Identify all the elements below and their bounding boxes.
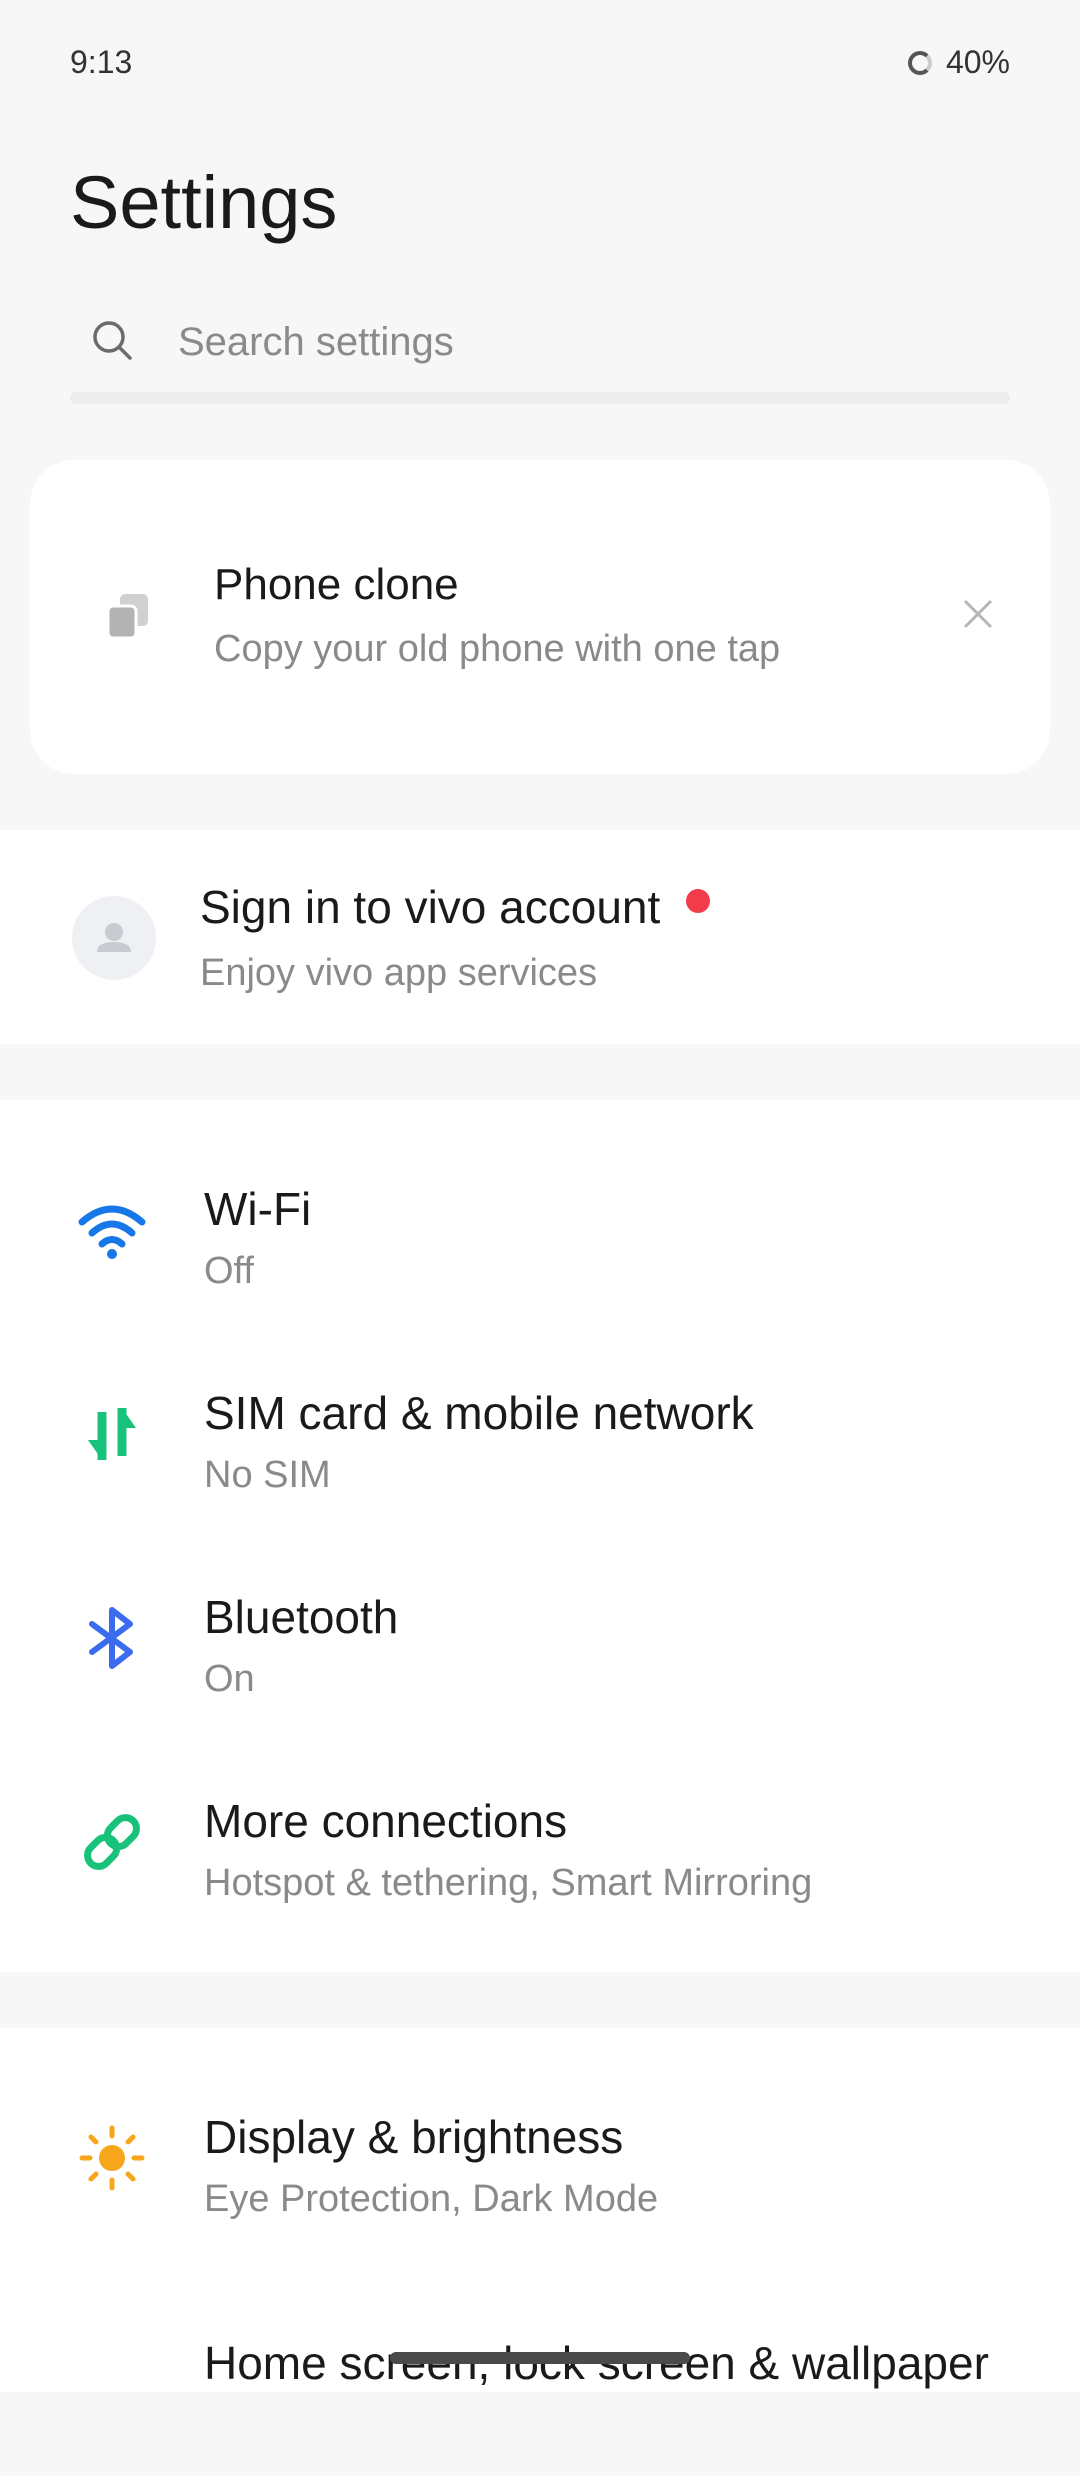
phone-clone-card[interactable]: Phone clone Copy your old phone with one…: [30, 460, 1050, 774]
search-icon: [93, 321, 132, 360]
person-icon: [97, 923, 131, 952]
display-section: Display & brightness Eye Protection, Dar…: [0, 2028, 1080, 2392]
mobile-data-icon: [88, 1408, 136, 1460]
bluetooth-icon: [89, 1607, 133, 1669]
gesture-nav-handle[interactable]: [390, 2352, 690, 2364]
page-title: Settings: [70, 161, 338, 244]
wifi-icon: [78, 1205, 146, 1259]
row-title: Bluetooth: [204, 1591, 399, 1643]
row-subtitle: No SIM: [204, 1454, 331, 1496]
account-subtitle: Enjoy vivo app services: [200, 952, 598, 994]
phone-clone-subtitle: Copy your old phone with one tap: [214, 628, 781, 670]
search-underline: [70, 392, 1010, 404]
settings-item-bluetooth[interactable]: Bluetooth On: [0, 1548, 1080, 1752]
close-icon[interactable]: [960, 596, 996, 632]
search-bar[interactable]: Search settings: [70, 300, 1010, 404]
battery-level: 40%: [945, 44, 1010, 80]
row-title: SIM card & mobile network: [204, 1387, 754, 1439]
row-subtitle: Hotspot & tethering, Smart Mirroring: [204, 1862, 813, 1904]
notification-dot: [686, 889, 711, 913]
account-title-text: Sign in to vivo account: [200, 881, 661, 933]
row-subtitle: On: [204, 1658, 255, 1700]
row-subtitle: Off: [204, 1250, 254, 1292]
settings-item-home-screen[interactable]: Home screen, lock screen & wallpaper: [0, 2272, 1080, 2476]
status-bar: 9:13 40%: [0, 0, 1080, 130]
status-indicators: 40%: [907, 44, 1010, 81]
settings-item-more-connections[interactable]: More connections Hotspot & tethering, Sm…: [0, 1752, 1080, 1956]
link-icon: [84, 1814, 140, 1870]
vivo-account-row[interactable]: Sign in to vivo account Enjoy vivo app s…: [0, 830, 1080, 1044]
row-subtitle: Eye Protection, Dark Mode: [204, 2178, 659, 2220]
phone-clone-title: Phone clone: [214, 560, 459, 609]
row-title: Wi-Fi: [204, 1183, 312, 1235]
avatar: [72, 896, 156, 980]
sun-icon: [79, 2125, 145, 2191]
settings-item-wifi[interactable]: Wi-Fi Off: [0, 1140, 1080, 1344]
search-placeholder[interactable]: Search settings: [178, 320, 454, 365]
settings-item-display[interactable]: Display & brightness Eye Protection, Dar…: [0, 2068, 1080, 2272]
connections-section: Wi-Fi Off SIM card & mobile network No S…: [0, 1100, 1080, 1972]
account-title: Sign in to vivo account: [200, 880, 711, 934]
status-time: 9:13: [70, 44, 133, 80]
row-title: Display & brightness: [204, 2111, 624, 2163]
row-title: More connections: [204, 1795, 568, 1847]
battery-icon: [907, 50, 932, 75]
phone-clone-icon: [106, 594, 148, 640]
settings-item-sim[interactable]: SIM card & mobile network No SIM: [0, 1344, 1080, 1548]
